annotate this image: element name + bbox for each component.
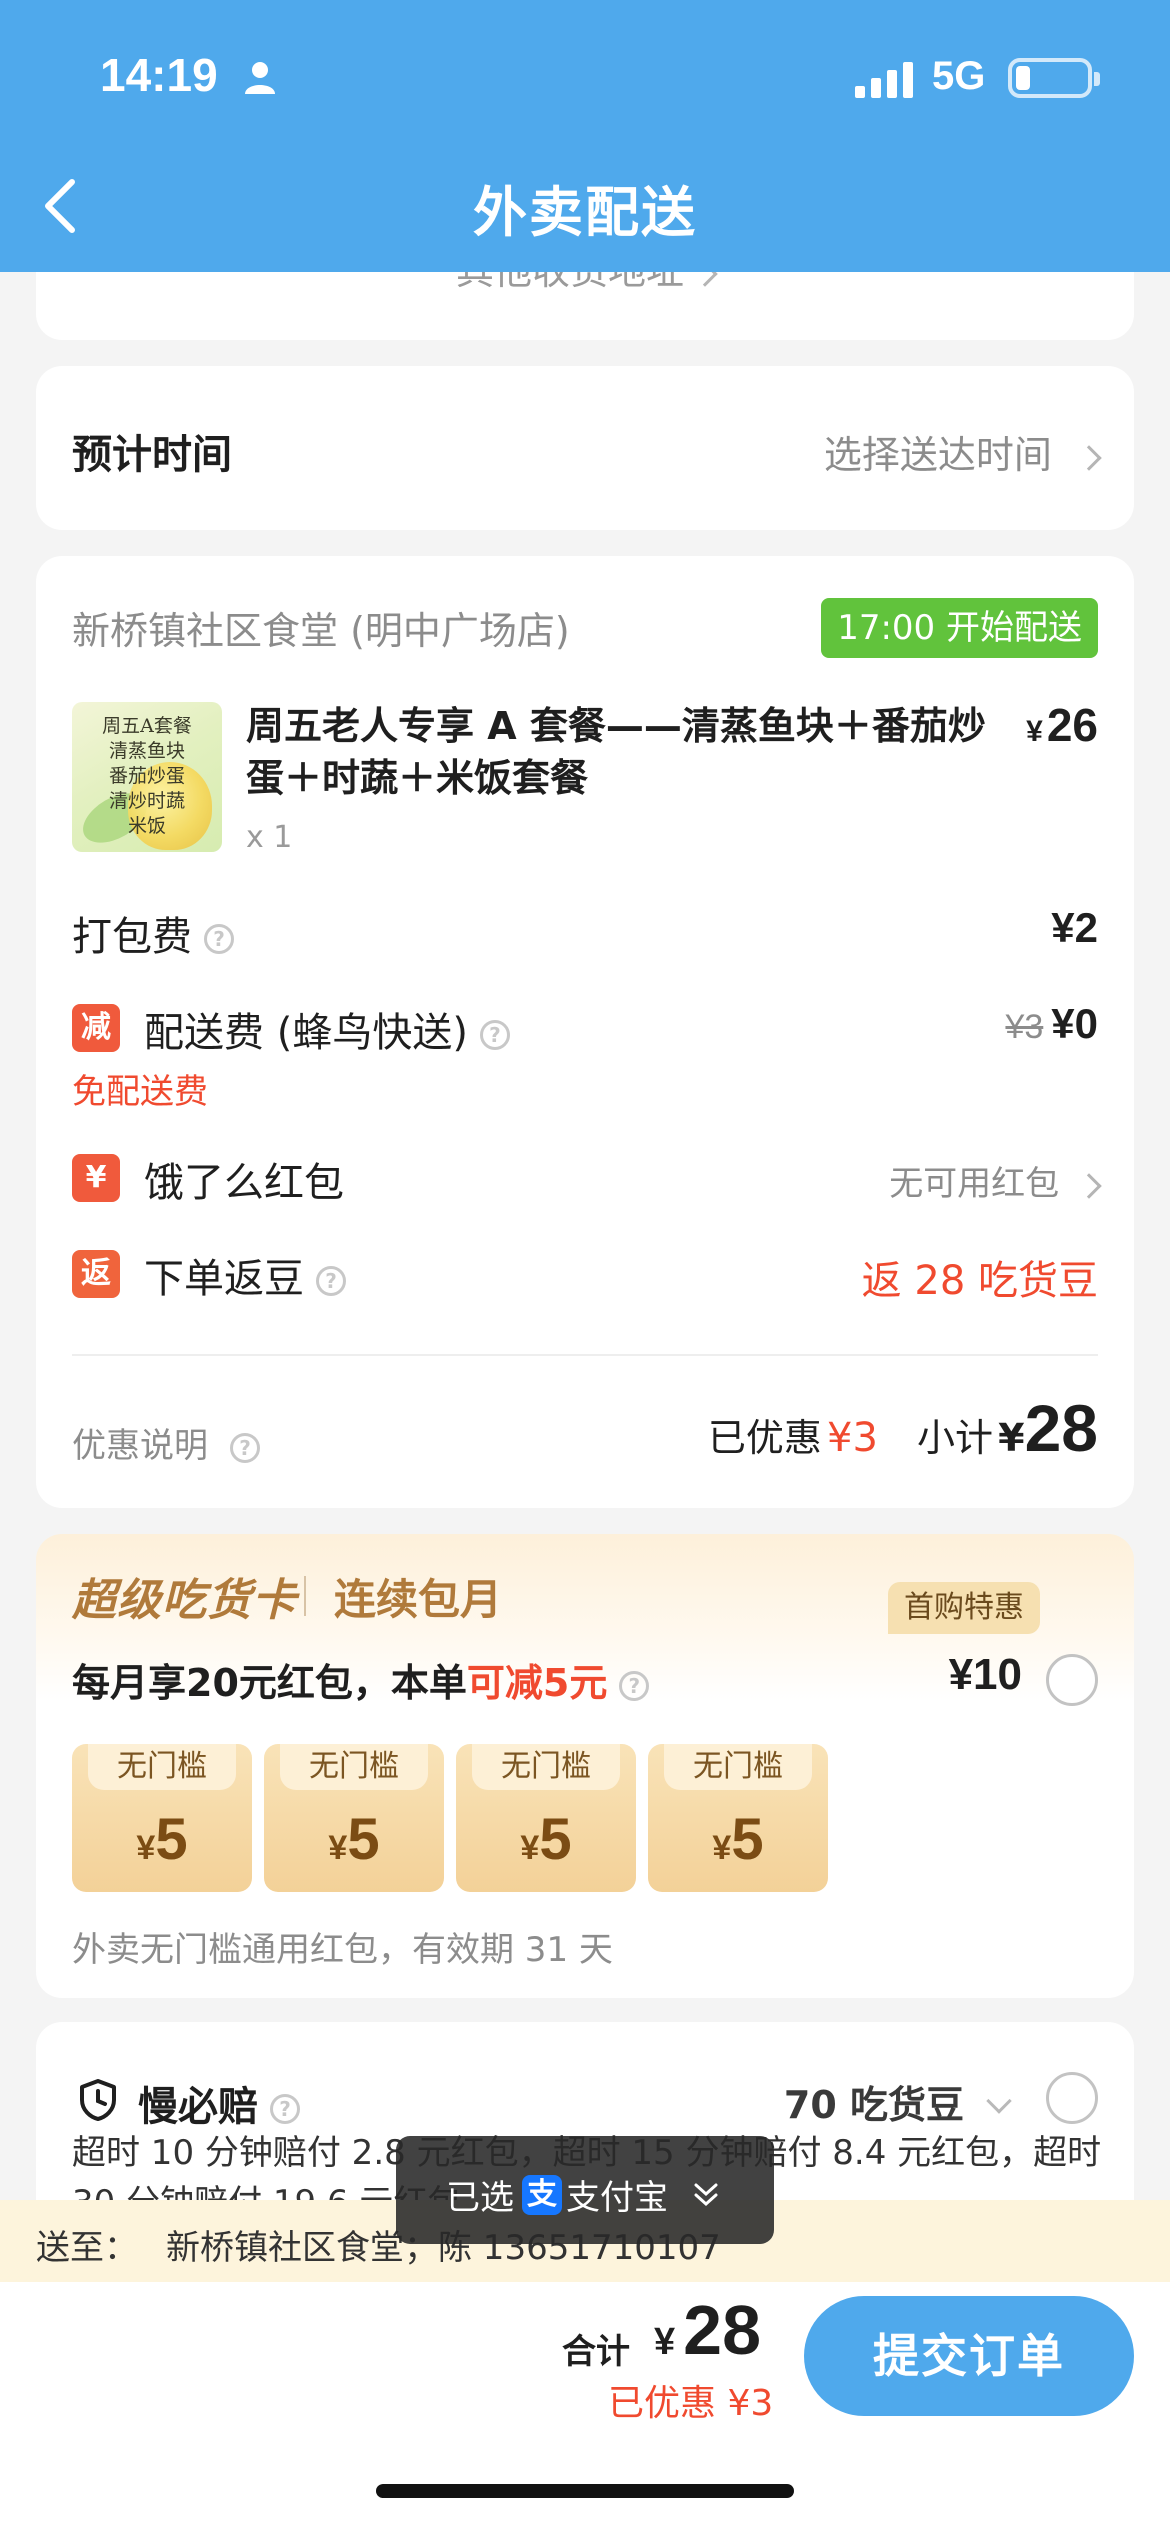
total-label: 合计 [562,2332,630,2372]
coupon-amount: ¥5 [328,1807,380,1872]
vip-footnote: 外卖无门槛通用红包，有效期 31 天 [72,1930,613,1970]
red-packet-selector[interactable]: 无可用红包 [889,1156,1102,1205]
late-compensation-title: 慢必赔? [138,2074,300,2132]
coupon: 无门槛 ¥5 [456,1744,636,1892]
discount-info-row[interactable]: 优惠说明? [72,1418,260,1467]
person-icon [245,62,275,94]
help-icon: ? [230,1432,260,1463]
double-chevron-down-icon [694,2183,718,2206]
page-title: 外卖配送 [473,181,697,244]
coupon: 无门槛 ¥5 [648,1744,828,1892]
vip-highlight: 可减5元 [466,1661,608,1705]
discount-tag-icon: 减 [72,1004,120,1052]
help-icon[interactable]: ? [479,1020,510,1050]
subtotal-label: 小计 [917,1416,994,1460]
subtotal-group: 已优惠 ¥3 小计 ¥28 [707,1391,1098,1465]
delivery-fee-original: ¥3 [1005,1008,1044,1046]
vip-subtitle: 连续包月 [334,1575,503,1624]
dish-quantity: x 1 [246,820,293,855]
late-compensation-cost[interactable]: 70 吃货豆 [784,2074,1012,2129]
help-icon[interactable]: ? [204,924,234,954]
dish-image: 周五A套餐 清蒸鱼块 番茄炒蛋 清炒时蔬 米饭 [72,702,222,852]
order-card: 新桥镇社区食堂 (明中广场店) 17:00 开始配送 周五A套餐 清蒸鱼块 番茄… [36,556,1134,1508]
red-packet-label: 饿了么红包 [144,1160,344,1206]
battery-icon [1008,58,1100,98]
network-label: 5G [932,54,986,98]
vip-brand: 超级吃货卡 [72,1575,297,1626]
delivery-fee-row: 配送费 (蜂鸟快送)? [144,1000,510,1058]
free-delivery-note: 免配送费 [72,1072,208,1112]
packing-fee-row: 打包费? [72,904,234,962]
coupon: 无门槛 ¥5 [72,1744,252,1892]
total-amount: ¥28 [654,2291,762,2369]
late-compensation-radio[interactable] [1046,2072,1098,2124]
coupon-tab: 无门槛 [472,1744,620,1790]
coupon-amount: ¥5 [520,1807,572,1872]
vip-select-radio[interactable] [1046,1654,1098,1706]
coupon-tab: 无门槛 [664,1744,812,1790]
home-indicator [376,2484,794,2498]
divider [72,1354,1098,1356]
discount-info-label: 优惠说明 [72,1426,208,1466]
payment-prefix: 已选 [446,2178,514,2218]
coupon-amount: ¥5 [136,1807,188,1872]
delivery-fee-value: ¥3 ¥0 [1005,1000,1098,1047]
help-icon[interactable]: ? [270,2094,300,2124]
payment-method-toast[interactable]: 已选 支 支付宝 [396,2136,774,2244]
choose-time-label: 选择送达时间 [823,433,1052,477]
delivery-fee-label: 配送费 (蜂鸟快送) [144,1010,468,1056]
clock-shield-icon [80,2079,116,2121]
signal-icon [855,62,913,98]
super-foodie-card: 超级吃货卡 连续包月 首购特惠 每月享20元红包，本单可减5元? ¥10 无门槛… [36,1534,1134,1998]
bean-reward-label: 下单返豆 [144,1256,304,1302]
red-packet-value: 无可用红包 [889,1164,1060,1204]
chevron-right-icon [1076,444,1102,471]
alipay-icon: 支 [522,2174,562,2215]
first-purchase-badge: 首购特惠 [888,1582,1040,1634]
rebate-tag-icon: 返 [72,1250,120,1298]
discount-value: ¥3 [827,1415,878,1461]
coupon-tab: 无门槛 [88,1744,236,1790]
submit-order-button[interactable]: 提交订单 [804,2296,1134,2416]
red-packet-icon: ¥ [72,1154,120,1202]
chevron-down-icon [986,2087,1012,2114]
coupon-tab: 无门槛 [280,1744,428,1790]
estimated-time-label: 预计时间 [72,432,232,478]
bean-reward-row: 下单返豆? [144,1246,346,1304]
deliver-to-label: 送至： [36,2228,138,2268]
total-discount: 已优惠 ¥3 [608,2383,774,2424]
bean-reward-value: 返 28 吃货豆 [861,1258,1098,1304]
choose-time-link[interactable]: 选择送达时间 [823,424,1102,479]
delivery-time-card[interactable]: 预计时间 选择送达时间 [36,366,1134,530]
vip-price: ¥10 [948,1650,1022,1699]
dish-price: ¥26 [1026,699,1098,751]
delivery-start-badge: 17:00 开始配送 [821,598,1098,658]
packing-fee-value: ¥2 [1051,904,1098,951]
payment-method: 支付宝 [566,2178,668,2218]
coupon-amount: ¥5 [712,1807,764,1872]
status-time: 14:19 [100,49,218,101]
chevron-right-icon [1076,1172,1102,1199]
coupon: 无门槛 ¥5 [264,1744,444,1892]
vip-description: 每月享20元红包，本单可减5元? [72,1652,650,1707]
dish-name: 周五老人专享 A 套餐——清蒸鱼块＋番茄炒蛋＋时蔬＋米饭套餐 [246,704,986,800]
help-icon[interactable]: ? [619,1670,650,1701]
discount-label: 已优惠 [707,1416,822,1460]
app-header: 14:19 5G 外卖配送 [0,0,1170,272]
packing-fee-label: 打包费 [72,914,192,960]
subtotal-value: 28 [1024,1391,1098,1465]
store-name: 新桥镇社区食堂 (明中广场店) [72,609,570,653]
help-icon[interactable]: ? [316,1266,346,1296]
